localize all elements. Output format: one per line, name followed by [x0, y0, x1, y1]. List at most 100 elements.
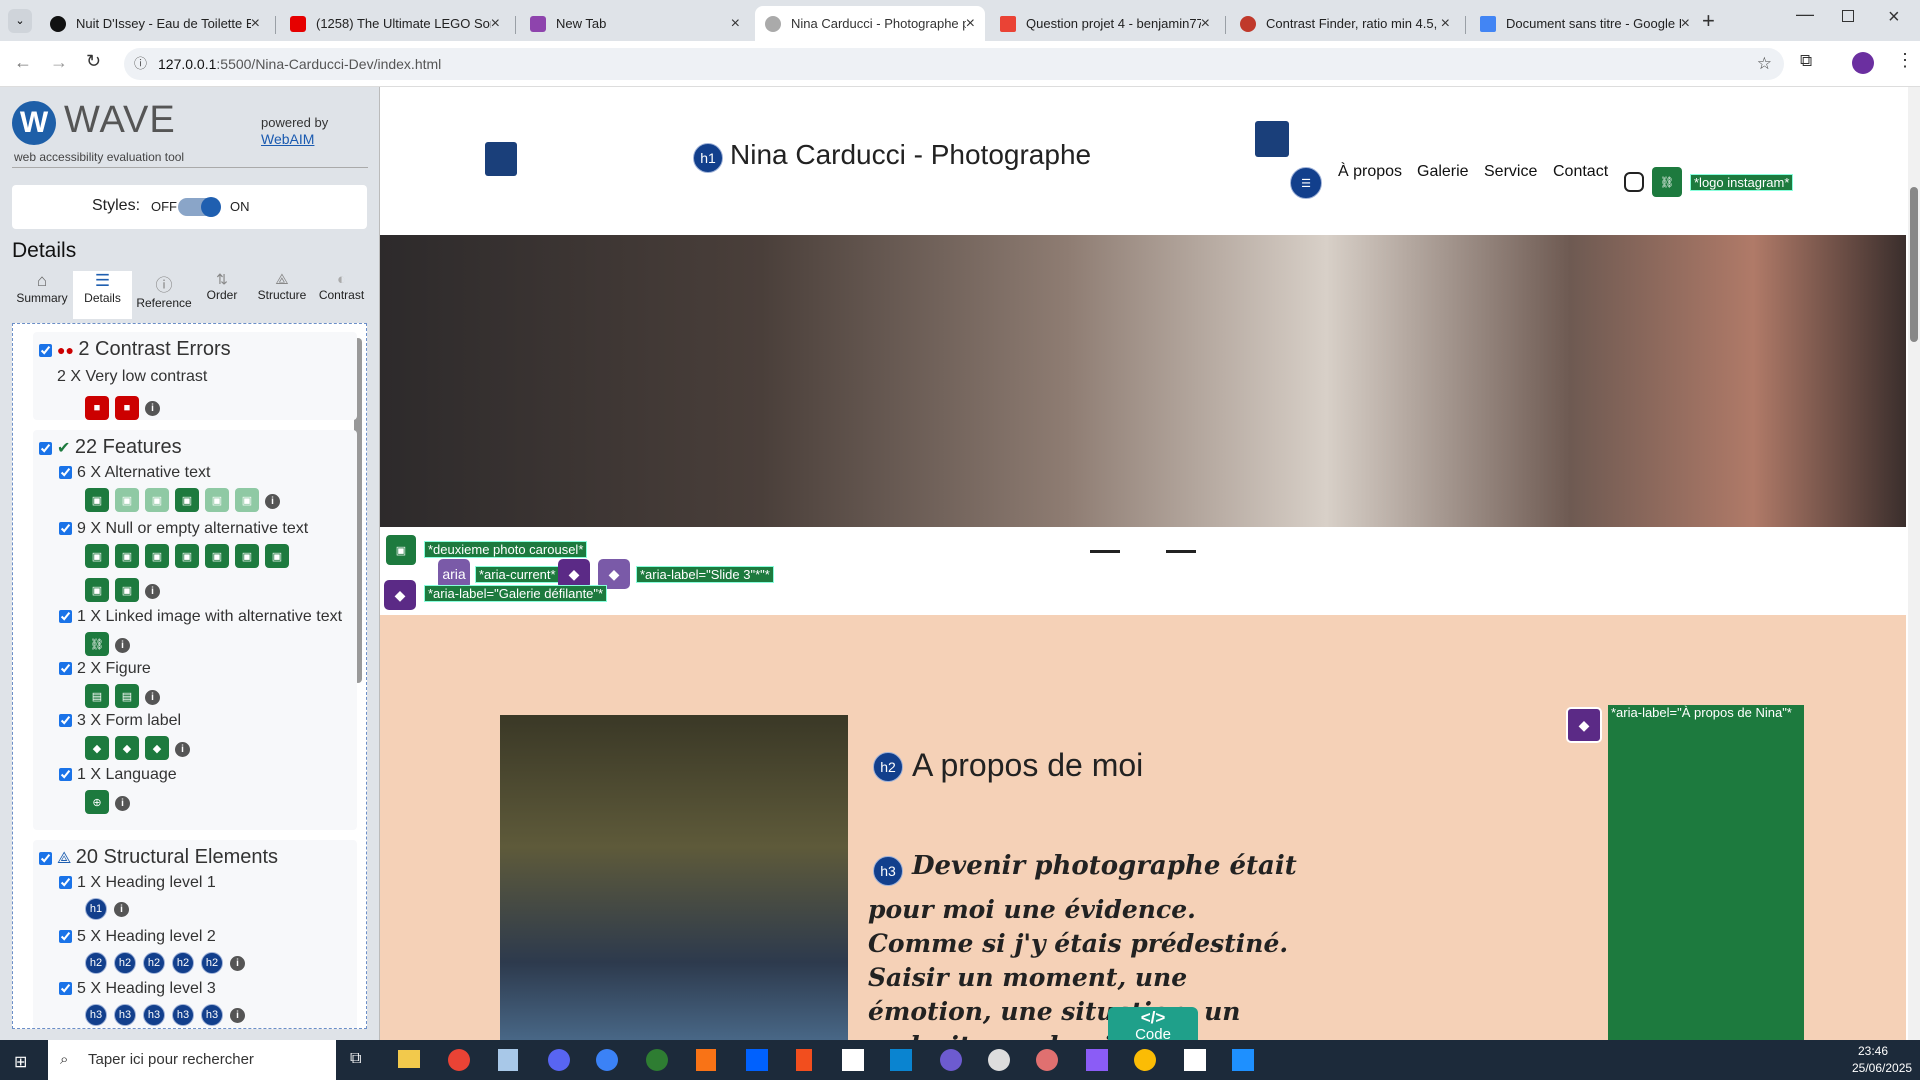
- app-icon[interactable]: [696, 1049, 716, 1071]
- errors-checkbox[interactable]: [39, 344, 52, 358]
- info-icon[interactable]: i: [230, 1008, 245, 1023]
- h2-icon[interactable]: h2: [172, 952, 194, 974]
- linked-image-icon[interactable]: ⛓: [85, 632, 109, 656]
- page-scrollbar[interactable]: [1908, 87, 1920, 1040]
- browser-tab[interactable]: New Tab ×: [520, 6, 750, 41]
- tab-details[interactable]: ☰ Details: [73, 271, 132, 319]
- h3-icon[interactable]: h3: [114, 1004, 136, 1026]
- restore-button[interactable]: [1842, 10, 1854, 22]
- app-icon[interactable]: [498, 1049, 518, 1071]
- tab-order[interactable]: ⇅ Order: [197, 271, 247, 302]
- form-label-icon[interactable]: ◆: [85, 736, 109, 760]
- null-alt-icon[interactable]: ▣: [115, 578, 139, 602]
- info-icon[interactable]: i: [145, 689, 160, 705]
- vscode-icon[interactable]: [890, 1049, 912, 1071]
- close-icon[interactable]: ×: [251, 15, 260, 33]
- explorer-icon[interactable]: [398, 1050, 420, 1068]
- feature-checkbox[interactable]: [59, 610, 72, 624]
- h3-icon[interactable]: h3: [85, 1004, 107, 1026]
- alt-text-icon[interactable]: ▣: [85, 488, 109, 512]
- close-icon[interactable]: ×: [1681, 15, 1690, 33]
- chatgpt-icon[interactable]: [988, 1049, 1010, 1071]
- new-tab-button[interactable]: +: [1702, 8, 1715, 34]
- alt-text-icon[interactable]: ▣: [145, 488, 169, 512]
- feature-checkbox[interactable]: [59, 522, 72, 536]
- nav-service[interactable]: Service: [1484, 163, 1537, 181]
- minimize-button[interactable]: —: [1796, 4, 1814, 25]
- app-icon[interactable]: [1232, 1049, 1254, 1071]
- back-icon[interactable]: ←: [14, 52, 32, 73]
- features-checkbox[interactable]: [39, 442, 52, 456]
- site-info-icon[interactable]: ⓘ: [134, 48, 147, 80]
- figure-icon[interactable]: ▤: [115, 684, 139, 708]
- browser-tab[interactable]: Contrast Finder, ratio min 4.5, c ×: [1230, 6, 1460, 41]
- form-label-icon[interactable]: ◆: [115, 736, 139, 760]
- webaim-link[interactable]: WebAIM: [261, 131, 314, 147]
- chrome-active-icon[interactable]: [1134, 1049, 1156, 1071]
- feature-checkbox[interactable]: [59, 662, 72, 676]
- null-alt-icon[interactable]: ▣: [145, 544, 169, 568]
- alt-text-icon[interactable]: ▣: [235, 488, 259, 512]
- info-icon[interactable]: i: [115, 795, 130, 811]
- discord-icon[interactable]: [548, 1049, 570, 1071]
- task-view-icon[interactable]: ⧉: [350, 1050, 361, 1068]
- feature-checkbox[interactable]: [59, 466, 72, 480]
- browser-tab-active[interactable]: Nina Carducci - Photographe p ×: [755, 6, 985, 41]
- alt-text-icon[interactable]: ▣: [115, 488, 139, 512]
- contrast-error-icon[interactable]: ■: [85, 396, 109, 420]
- taskbar-search[interactable]: ⌕ Taper ici pour rechercher: [48, 1040, 336, 1080]
- app-icon[interactable]: [1036, 1049, 1058, 1071]
- app-icon[interactable]: [940, 1049, 962, 1071]
- null-alt-icon[interactable]: ▣: [175, 544, 199, 568]
- instagram-icon[interactable]: [1624, 172, 1644, 192]
- info-icon[interactable]: i: [230, 956, 245, 971]
- app-icon[interactable]: [596, 1049, 618, 1071]
- close-icon[interactable]: ×: [966, 15, 975, 33]
- structure-item-checkbox[interactable]: [59, 876, 72, 890]
- avatar[interactable]: [1852, 52, 1874, 74]
- close-icon[interactable]: ×: [1441, 15, 1450, 33]
- h3-icon[interactable]: h3: [172, 1004, 194, 1026]
- h2-icon[interactable]: h2: [143, 952, 165, 974]
- h2-icon[interactable]: h2: [201, 952, 223, 974]
- nav-galerie[interactable]: Galerie: [1417, 163, 1469, 181]
- notion-icon[interactable]: [1184, 1049, 1206, 1071]
- tab-structure[interactable]: ⟁ Structure: [252, 271, 312, 302]
- h3-icon[interactable]: h3: [143, 1004, 165, 1026]
- close-window-button[interactable]: ×: [1888, 6, 1900, 29]
- tab-reference[interactable]: ⓘ Reference: [134, 271, 194, 310]
- h3-icon[interactable]: h3: [201, 1004, 223, 1026]
- xbox-icon[interactable]: [646, 1049, 668, 1071]
- null-alt-icon[interactable]: ▣: [235, 544, 259, 568]
- alt-text-icon[interactable]: ▣: [175, 488, 199, 512]
- app-icon[interactable]: [1086, 1049, 1108, 1071]
- info-icon[interactable]: i: [265, 493, 280, 509]
- figma-icon[interactable]: [796, 1049, 812, 1071]
- null-alt-icon[interactable]: ▣: [115, 544, 139, 568]
- h2-icon[interactable]: h2: [114, 952, 136, 974]
- browser-tab[interactable]: Question projet 4 - benjamin77 ×: [990, 6, 1220, 41]
- structure-checkbox[interactable]: [39, 852, 52, 866]
- info-icon[interactable]: i: [114, 902, 129, 917]
- info-icon[interactable]: i: [115, 637, 130, 653]
- info-icon[interactable]: i: [145, 583, 160, 599]
- close-icon[interactable]: ×: [491, 15, 500, 33]
- browser-tab[interactable]: Document sans titre - Google D ×: [1470, 6, 1700, 41]
- code-button[interactable]: </> Code: [1108, 1007, 1198, 1040]
- dropbox-icon[interactable]: [746, 1049, 768, 1071]
- form-label-icon[interactable]: ◆: [145, 736, 169, 760]
- null-alt-icon[interactable]: ▣: [85, 578, 109, 602]
- alt-text-icon[interactable]: ▣: [205, 488, 229, 512]
- null-alt-icon[interactable]: ▣: [265, 544, 289, 568]
- tab-summary[interactable]: ⌂ Summary: [12, 271, 72, 305]
- close-icon[interactable]: ×: [731, 15, 740, 33]
- info-icon[interactable]: i: [175, 741, 190, 757]
- null-alt-icon[interactable]: ▣: [205, 544, 229, 568]
- linked-image-icon[interactable]: ⛓: [1652, 167, 1682, 197]
- nav-a-propos[interactable]: À propos: [1338, 163, 1402, 181]
- styles-toggle[interactable]: [178, 197, 221, 217]
- nav-contact[interactable]: Contact: [1553, 163, 1608, 181]
- browser-tab[interactable]: (1258) The Ultimate LEGO Sorti ×: [280, 6, 510, 41]
- structure-item-checkbox[interactable]: [59, 982, 72, 996]
- extensions-icon[interactable]: ⧉: [1800, 51, 1812, 71]
